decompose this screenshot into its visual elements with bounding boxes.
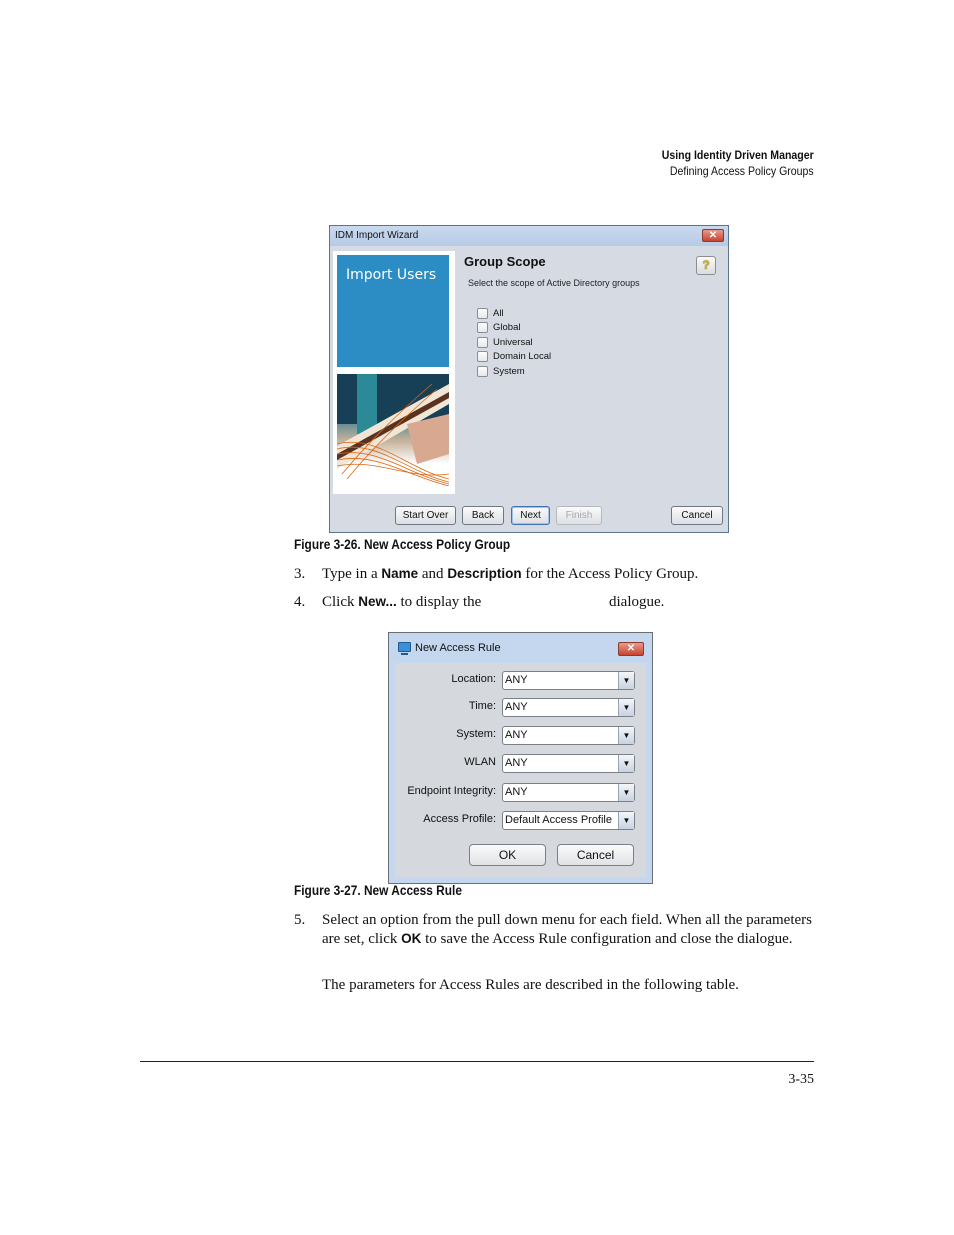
dialog-titlebar: New Access Rule ✕	[389, 633, 652, 661]
text: for the Access Policy Group.	[521, 566, 699, 582]
monitor-icon	[398, 642, 411, 655]
chevron-down-icon[interactable]: ▼	[618, 784, 634, 801]
text: Click	[322, 594, 359, 610]
chevron-down-icon[interactable]: ▼	[618, 727, 634, 744]
wizard-button-bar: Start Over Back Next Finish Cancel	[330, 506, 728, 526]
field-label: System:	[456, 728, 496, 740]
bold-term: Name	[381, 566, 419, 581]
import-wizard-window: IDM Import Wizard ✕ Import Users Group S…	[329, 225, 729, 533]
select-value: ANY	[505, 729, 528, 741]
field-label: Time:	[468, 700, 496, 712]
new-access-rule-dialog: New Access Rule ✕ Location: ANY ▼ Time: A…	[388, 632, 653, 884]
option-global[interactable]: Global	[477, 321, 720, 336]
option-label: Global	[493, 322, 521, 334]
wizard-side-panel: Import Users	[333, 251, 455, 494]
banner: Import Users	[337, 255, 449, 367]
next-button[interactable]: Next	[511, 506, 550, 525]
question-mark-icon: ?	[702, 258, 710, 272]
chevron-down-icon[interactable]: ▼	[618, 812, 634, 829]
banner-text: Import Users	[346, 267, 437, 283]
system-select[interactable]: ANY ▼	[502, 726, 635, 745]
select-value: ANY	[505, 757, 528, 769]
help-button[interactable]: ?	[696, 256, 716, 275]
text: to display the	[396, 594, 482, 610]
bold-term: New...	[358, 594, 397, 609]
option-label: Domain Local	[493, 351, 552, 363]
checkbox[interactable]	[477, 351, 488, 363]
text: dialogue.	[609, 594, 665, 610]
chevron-down-icon[interactable]: ▼	[618, 699, 634, 716]
text: and	[418, 566, 448, 582]
group-scope-options: All Global Universal Domain Local System	[477, 306, 720, 379]
select-value: Default Access Profile	[505, 814, 612, 826]
option-all[interactable]: All	[477, 306, 720, 321]
step-4: 4. Click New... to display the dialogue.	[294, 593, 814, 613]
option-universal[interactable]: Universal	[477, 335, 720, 350]
select-value: ANY	[505, 674, 528, 686]
select-value: ANY	[505, 786, 528, 798]
option-system[interactable]: System	[477, 364, 720, 379]
field-label: WLAN	[464, 756, 496, 768]
step-number: 5.	[294, 912, 306, 928]
option-label: Universal	[493, 336, 533, 348]
section-title: Defining Access Policy Groups	[670, 164, 814, 178]
finish-button: Finish	[556, 506, 602, 525]
select-value: ANY	[505, 701, 528, 713]
figure-caption-3-26: Figure 3-26. New Access Policy Group	[294, 537, 511, 552]
option-label: System	[493, 365, 525, 377]
text: The parameters for Access Rules are desc…	[322, 977, 739, 993]
option-label: All	[493, 307, 504, 319]
endpoint-integrity-select[interactable]: ANY ▼	[502, 783, 635, 802]
chapter-title: Using Identity Driven Manager	[662, 148, 814, 162]
location-select[interactable]: ANY ▼	[502, 671, 635, 690]
field-label: Access Profile:	[423, 813, 496, 825]
checkbox[interactable]	[477, 307, 488, 319]
step-subtitle: Select the scope of Active Directory gro…	[468, 278, 640, 288]
checkbox[interactable]	[477, 365, 488, 377]
dialog-body: Location: ANY ▼ Time: ANY ▼ System: ANY ▼ W…	[395, 663, 646, 877]
wizard-titlebar: IDM Import Wizard ✕	[330, 226, 728, 246]
bold-term: OK	[401, 930, 422, 946]
start-over-button[interactable]: Start Over	[395, 506, 456, 525]
option-domain-local[interactable]: Domain Local	[477, 350, 720, 365]
step-number: 4.	[294, 594, 306, 610]
step-number: 3.	[294, 566, 306, 582]
running-header: Using Identity Driven Manager Defining A…	[641, 147, 814, 179]
checkbox[interactable]	[477, 322, 488, 334]
step-heading: Group Scope	[464, 254, 546, 269]
endpoint-integrity-row: Endpoint Integrity: ANY ▼	[395, 783, 646, 802]
wizard-title: IDM Import Wizard	[335, 230, 419, 241]
access-profile-select[interactable]: Default Access Profile ▼	[502, 811, 635, 830]
banner-image	[337, 374, 449, 486]
field-label: Endpoint Integrity:	[407, 785, 496, 797]
field-label: Location:	[451, 673, 496, 685]
cancel-button[interactable]: Cancel	[671, 506, 723, 525]
location-row: Location: ANY ▼	[395, 671, 646, 690]
step-5: 5. Select an option from the pull down m…	[294, 911, 814, 971]
page-number: 3-35	[788, 1072, 814, 1087]
checkbox[interactable]	[477, 336, 488, 348]
figure-caption-3-27: Figure 3-27. New Access Rule	[294, 883, 462, 898]
system-row: System: ANY ▼	[395, 726, 646, 745]
chevron-down-icon[interactable]: ▼	[618, 672, 634, 689]
wlan-row: WLAN ANY ▼	[395, 754, 646, 773]
text: to save the Access Rule configuration an…	[421, 930, 793, 947]
close-icon[interactable]: ✕	[702, 229, 724, 242]
dialog-title: New Access Rule	[415, 642, 501, 654]
step-5-note: The parameters for Access Rules are desc…	[294, 976, 814, 996]
close-icon[interactable]: ✕	[618, 642, 644, 656]
access-profile-row: Access Profile: Default Access Profile ▼	[395, 811, 646, 830]
cancel-button[interactable]: Cancel	[557, 844, 634, 866]
text: Type in a	[322, 566, 382, 582]
wizard-content: Group Scope ? Select the scope of Active…	[464, 254, 720, 379]
time-row: Time: ANY ▼	[395, 698, 646, 717]
chevron-down-icon[interactable]: ▼	[618, 755, 634, 772]
step-3: 3. Type in a Name and Description for th…	[294, 565, 814, 585]
ok-button[interactable]: OK	[469, 844, 546, 866]
footer-divider	[140, 1061, 814, 1062]
time-select[interactable]: ANY ▼	[502, 698, 635, 717]
bold-term: Description	[447, 566, 522, 581]
wlan-select[interactable]: ANY ▼	[502, 754, 635, 773]
back-button[interactable]: Back	[462, 506, 504, 525]
